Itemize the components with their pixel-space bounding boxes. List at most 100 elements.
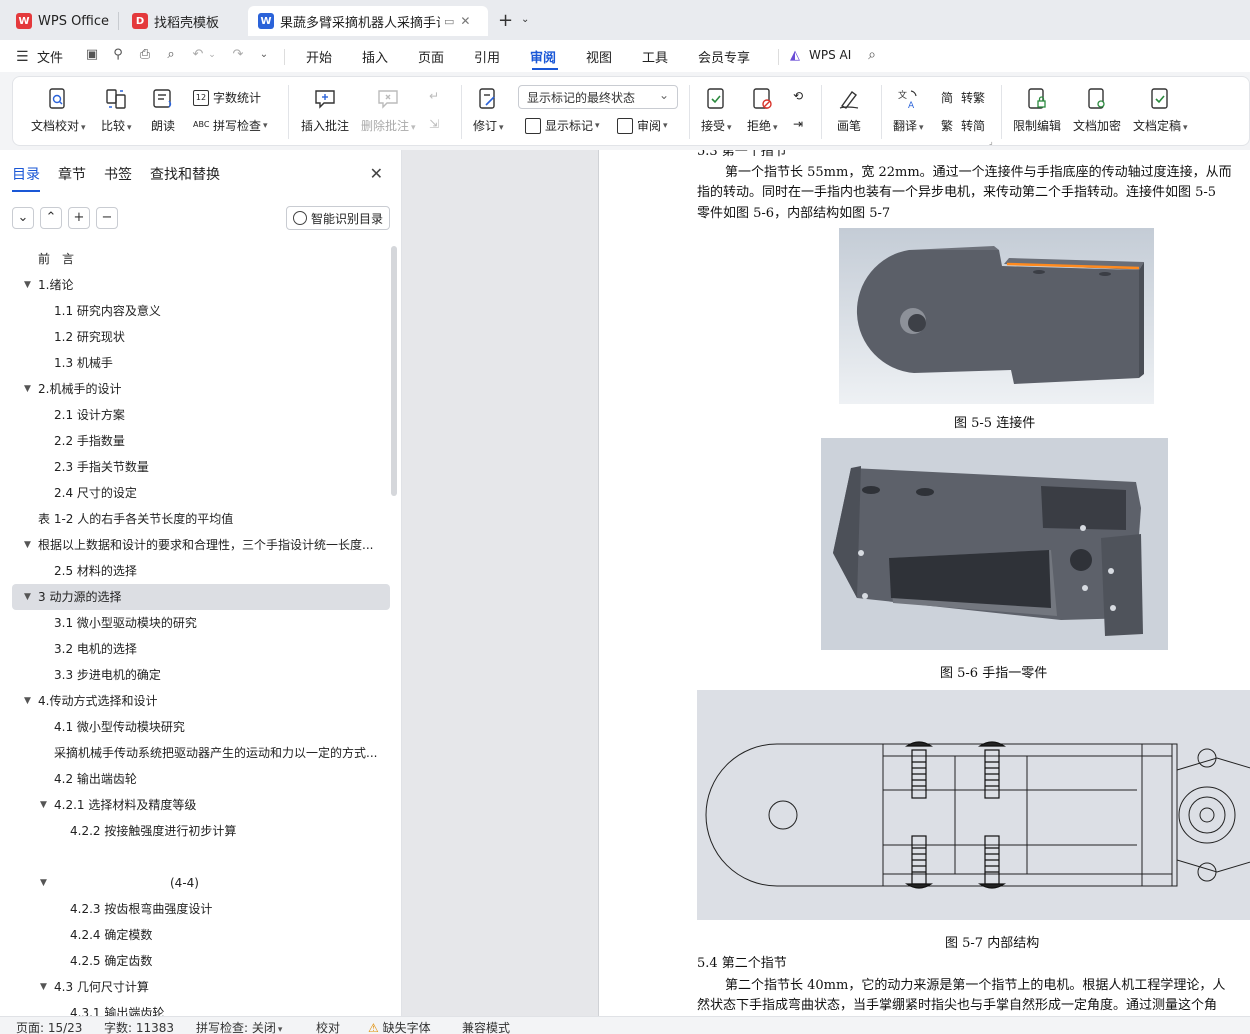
close-icon[interactable]: ✕ (460, 14, 470, 28)
encrypt-doc-button[interactable]: 文档加密 (1073, 87, 1121, 134)
internal-structure-figure[interactable] (697, 690, 1250, 920)
toc-item[interactable]: 3.2 电机的选择 (12, 636, 390, 662)
tab-wps-office[interactable]: W WPS Office (6, 6, 114, 36)
collapse-chevron-up-icon[interactable]: ⌃ (40, 207, 62, 229)
print-preview-icon[interactable]: ⌕ (163, 47, 179, 63)
tab-docer-templates[interactable]: D 找稻壳模板 (122, 6, 242, 36)
nav-tab-toc[interactable]: 目录 (12, 164, 40, 184)
toc-item[interactable]: 4.2.3 按齿根弯曲强度设计 (12, 896, 390, 922)
document-page[interactable]: 5.3 第一个指节 第一个指节长 55mm，宽 22mm。通过一个连接件与手指底… (598, 150, 1250, 1016)
to-traditional-button[interactable]: 简 转繁 (941, 89, 985, 106)
expand-triangle-icon[interactable]: ▼ (24, 272, 31, 298)
track-changes-button[interactable]: 修订 ▾ (473, 87, 504, 134)
wps-ai-button[interactable]: WPS AI (809, 48, 851, 62)
menu-review[interactable]: 审阅 (530, 47, 556, 66)
toc-item[interactable]: 3.1 微小型驱动模块的研究 (12, 610, 390, 636)
reject-button[interactable]: 拒绝 ▾ (747, 87, 778, 134)
missing-font-status[interactable]: ⚠ 缺失字体 (368, 1019, 431, 1034)
toc-item[interactable]: 2.4 尺寸的设定 (12, 480, 390, 506)
menu-tools[interactable]: 工具 (642, 47, 668, 66)
expand-all-chevron-down-icon[interactable]: ⌄ (12, 207, 34, 229)
toc-item[interactable]: 4.2.2 按接触强度进行初步计算 (12, 818, 390, 844)
add-heading-plus-icon[interactable]: + (68, 207, 90, 229)
menu-start[interactable]: 开始 (306, 47, 332, 66)
expand-triangle-icon[interactable]: ▼ (40, 870, 47, 896)
finger-part-figure[interactable] (821, 438, 1168, 650)
next-change-icon[interactable]: ⇥ (793, 117, 803, 131)
toc-item[interactable]: 2.5 材料的选择 (12, 558, 390, 584)
markup-state-select[interactable]: 显示标记的最终状态 ⌄ (518, 85, 678, 109)
smart-toc-button[interactable]: 智能识别目录 (286, 206, 390, 230)
word-count-button[interactable]: 12 字数统计 (193, 89, 261, 106)
toc-item[interactable]: ▼ 4.传动方式选择和设计 (12, 688, 390, 714)
nav-scrollbar[interactable] (391, 246, 397, 496)
file-menu[interactable]: 文件 (37, 47, 63, 66)
toc-item[interactable]: ▼ (4-4) (12, 870, 390, 896)
menu-reference[interactable]: 引用 (474, 47, 500, 66)
finalize-doc-button[interactable]: 文档定稿 ▾ (1133, 87, 1188, 134)
toc-item[interactable]: 1.2 研究现状 (12, 324, 390, 350)
nav-tab-sections[interactable]: 章节 (58, 164, 86, 184)
next-comment-icon[interactable]: ⇲ (429, 117, 439, 131)
toc-item[interactable]: ▼ 4.3 几何尺寸计算 (12, 974, 390, 1000)
toc-item[interactable]: 4.3.1 输出端齿轮 (12, 1000, 390, 1016)
toc-item[interactable]: ▼ 1.绪论 (12, 272, 390, 298)
more-chevron-icon[interactable]: ⌄ (256, 47, 272, 63)
toc-item[interactable]: ▼ 2.机械手的设计 (12, 376, 390, 402)
nav-tab-find-replace[interactable]: 查找和替换 (150, 164, 220, 184)
menu-page[interactable]: 页面 (418, 47, 444, 66)
share-icon[interactable]: ⚲ (110, 47, 126, 63)
toc-item[interactable] (12, 844, 390, 870)
page-indicator[interactable]: 页面: 15/23 (16, 1019, 82, 1034)
show-markup-button[interactable]: 显示标记 ▾ (525, 117, 600, 134)
connector-part-figure[interactable] (839, 228, 1154, 404)
search-icon[interactable]: ⌕ (864, 47, 880, 63)
toc-item[interactable]: 表 1-2 人的右手各关节长度的平均值 (12, 506, 390, 532)
expand-triangle-icon[interactable]: ▼ (24, 532, 31, 558)
print-icon[interactable]: ⎙ (137, 47, 153, 63)
toc-item[interactable]: 3.3 步进电机的确定 (12, 662, 390, 688)
remove-heading-minus-icon[interactable]: − (96, 207, 118, 229)
toc-item[interactable]: 2.3 手指关节数量 (12, 454, 390, 480)
menu-view[interactable]: 视图 (586, 47, 612, 66)
spell-check-button[interactable]: ABC 拼写检查 ▾ (193, 117, 268, 134)
tab-active-document[interactable]: W 果蔬多臂采摘机器人采摘手设计 ▭ ✕ (248, 6, 488, 36)
proof-status[interactable]: 校对 (316, 1019, 340, 1034)
toc-item[interactable]: 1.3 机械手 (12, 350, 390, 376)
undo-dropdown-icon[interactable]: ⌄ (204, 47, 220, 63)
hamburger-menu-icon[interactable]: ☰ (16, 49, 29, 65)
expand-group-icon[interactable]: ⌟ (989, 137, 993, 146)
compare-button[interactable]: 比较 ▾ (101, 87, 132, 134)
toc-item[interactable]: 4.2.5 确定齿数 (12, 948, 390, 974)
prev-comment-icon[interactable]: ↵ (429, 89, 439, 103)
toc-item[interactable]: 2.1 设计方案 (12, 402, 390, 428)
doc-check-button[interactable]: 文档校对 ▾ (31, 87, 86, 134)
new-tab-plus-icon[interactable]: + (498, 10, 513, 31)
close-icon[interactable]: ✕ (370, 164, 383, 183)
toc-item[interactable]: 前 言 (12, 246, 390, 272)
toc-item[interactable]: 1.1 研究内容及意义 (12, 298, 390, 324)
nav-tab-bookmarks[interactable]: 书签 (104, 164, 132, 184)
restrict-edit-button[interactable]: 限制编辑 (1013, 87, 1061, 134)
pen-button[interactable]: 画笔 (837, 87, 861, 134)
expand-triangle-icon[interactable]: ▼ (40, 792, 47, 818)
tab-list-chevron-icon[interactable]: ⌄ (521, 14, 529, 25)
insert-comment-button[interactable]: 插入批注 (301, 87, 349, 134)
toc-item[interactable]: 4.1 微小型传动模块研究 (12, 714, 390, 740)
review-pane-button[interactable]: 审阅 ▾ (617, 117, 668, 134)
toc-item[interactable]: 4.2.4 确定模数 (12, 922, 390, 948)
save-icon[interactable]: ▣ (84, 47, 100, 63)
translate-button[interactable]: 文A 翻译 ▾ (893, 87, 924, 134)
accept-button[interactable]: 接受 ▾ (701, 87, 732, 134)
expand-triangle-icon[interactable]: ▼ (24, 688, 31, 714)
read-aloud-button[interactable]: 朗读 (151, 87, 175, 134)
toc-item[interactable]: 采摘机械手传动系统把驱动器产生的运动和力以一定的方式... (12, 740, 390, 766)
delete-comment-button[interactable]: 删除批注 ▾ (361, 87, 416, 134)
redo-icon[interactable]: ↷ (230, 47, 246, 63)
toc-item[interactable]: ▼ 3 动力源的选择 (12, 584, 390, 610)
menu-insert[interactable]: 插入 (362, 47, 388, 66)
toc-item[interactable]: 4.2 输出端齿轮 (12, 766, 390, 792)
to-simplified-button[interactable]: 繁 转简 (941, 117, 985, 134)
expand-triangle-icon[interactable]: ▼ (40, 974, 47, 1000)
toc-item[interactable]: ▼ 根据以上数据和设计的要求和合理性，三个手指设计统一长度... (12, 532, 390, 558)
